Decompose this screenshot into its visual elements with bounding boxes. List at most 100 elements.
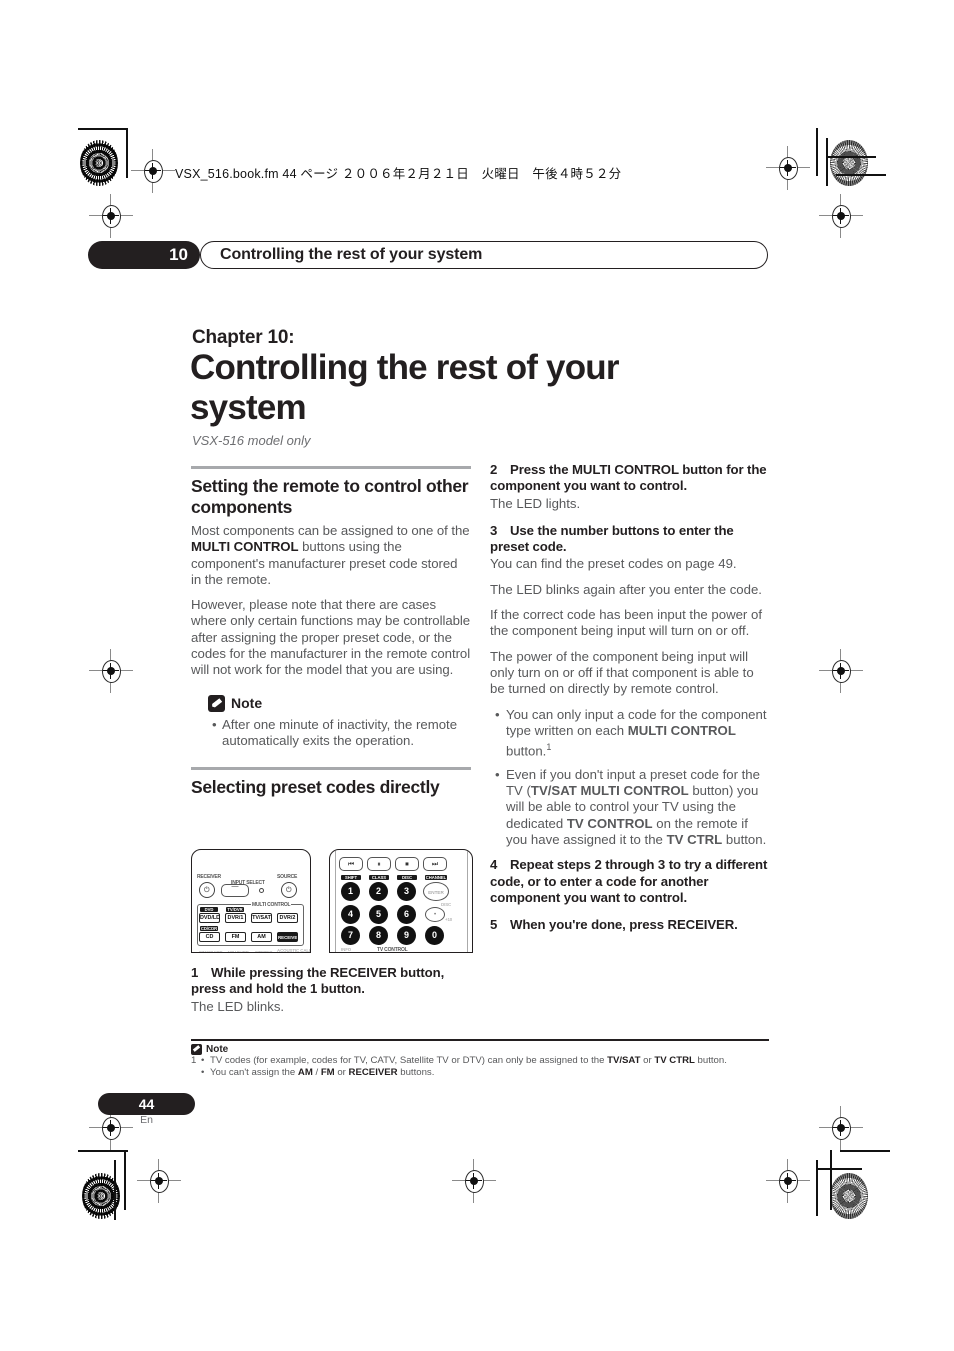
- footnote-2-bold-1: AM: [297, 1067, 313, 1079]
- remote-ghost-adv-surr: ADV.SURR: [227, 950, 249, 953]
- remote-ghost-standard: STANDARD: [199, 950, 223, 953]
- registration-mark-top-left: [131, 149, 175, 193]
- remote-number-key-4[interactable]: 4: [341, 905, 360, 924]
- remote-b-body: ⏮ ⏸ ⏹ ⏭ SHIFT CLASS DISC CHANNEL 1 2 3 E…: [339, 855, 463, 952]
- footnote-1-bold-2: TV CTRL: [654, 1054, 695, 1066]
- page-number: 44: [138, 1096, 155, 1112]
- remote-key-dvd-ld[interactable]: DVD/LD: [199, 913, 220, 923]
- remote-number-key-0[interactable]: 0: [425, 926, 444, 945]
- note-label: Note: [231, 695, 263, 712]
- remote-number-key-2[interactable]: 2: [369, 882, 388, 901]
- step-5: 5 When you're done, press RECEIVER.: [490, 917, 770, 933]
- step-1-text: While pressing the RECEIVER button, pres…: [191, 965, 445, 997]
- note-list: After one minute of inactivity, the remo…: [208, 717, 471, 750]
- remote-tag-disc: DISC: [397, 875, 417, 880]
- registration-mark-lower-right: [819, 1106, 863, 1150]
- remote-key-dvr-vcr2[interactable]: DVR/​2: [277, 913, 298, 923]
- remote-key-cd[interactable]: CD: [199, 932, 220, 942]
- remote-number-key-8[interactable]: 8: [369, 926, 388, 945]
- remote-key-next[interactable]: ⏭: [423, 857, 447, 871]
- bullet-code-component-type: You can only input a code for the compon…: [495, 707, 770, 760]
- crop-mark-top-right: [816, 128, 886, 188]
- step-3-text: Use the number buttons to enter the pres…: [490, 522, 734, 555]
- remote-a-body: RECEIVER SOURCE INPUT SELECT ⏻ ⎺ ⏻ MULTI…: [197, 874, 310, 953]
- remote-key-dot[interactable]: •: [425, 907, 445, 922]
- section-rule-2: [191, 767, 471, 771]
- step-1-number: 1: [191, 965, 199, 980]
- pencil-note-icon: [208, 694, 225, 712]
- bullet-2-bold-2: TV CONTROL: [566, 815, 653, 831]
- step-3-result-2: The LED blinks again after you enter the…: [490, 581, 762, 597]
- remote-key-tv-sat[interactable]: TV/SAT: [251, 913, 272, 923]
- remote-key-receiver[interactable]: RECEIVER: [277, 932, 298, 942]
- remote-number-key-6[interactable]: 6: [397, 905, 416, 924]
- remote-key-previous[interactable]: ⏮: [339, 857, 363, 871]
- paragraph-limitations: However, please note that there are case…: [191, 597, 471, 678]
- remote-key-am[interactable]: AM: [251, 932, 272, 942]
- footnote-label: Note: [206, 1043, 229, 1055]
- bullet-2-part-d: button.: [722, 832, 767, 848]
- step-3-number: 3: [490, 522, 498, 538]
- footnote-block: Note 1 • TV codes (for example, codes for …: [191, 1039, 769, 1080]
- registration-mark-upper-left: [89, 194, 133, 238]
- remote-illustration-number-pad: ⏮ ⏸ ⏹ ⏭ SHIFT CLASS DISC CHANNEL 1 2 3 E…: [329, 849, 473, 953]
- remote-key-fm[interactable]: FM: [225, 932, 246, 942]
- remote-led-indicator: [259, 888, 264, 893]
- footnote-2-part-a: You can't assign the: [210, 1067, 298, 1079]
- remote-label-receiver: RECEIVER: [197, 874, 221, 880]
- registration-mark-bottom-center: [452, 1159, 496, 1203]
- remote-number-key-3[interactable]: 3: [397, 882, 416, 901]
- footnote-2-bold-3: RECEIVER: [348, 1067, 398, 1079]
- running-title: Controlling the rest of your system: [220, 246, 483, 263]
- step-3-bullet-list: You can only input a code for the compon…: [490, 707, 770, 849]
- step-5-text: When you're done, press RECEIVER.: [510, 917, 738, 933]
- footnote-1-part-b: or: [640, 1054, 655, 1066]
- right-column: 2 Press the MULTI CONTROL button for the …: [490, 462, 770, 934]
- para1-part-a: Most components can be assigned to one o…: [191, 523, 470, 538]
- step-3-result-1: You can find the preset codes on page 49…: [490, 556, 737, 572]
- crop-mark-bottom-right: [816, 1150, 890, 1220]
- step-1: 1 While pressing the RECEIVER button, pre…: [191, 965, 473, 998]
- registration-mark-mid-left: [89, 649, 133, 693]
- remote-receiver-power-glyph: ⏻: [204, 887, 210, 894]
- bullet-2-bold-3: TV CTRL: [666, 832, 723, 848]
- section-heading-selecting-preset: Selecting preset codes directly: [191, 777, 440, 798]
- remote-number-key-5[interactable]: 5: [369, 905, 388, 924]
- chapter-label: Chapter 10:: [192, 327, 295, 348]
- footnote-reference-1: 1: [546, 742, 552, 753]
- step-2-result: The LED lights.: [490, 495, 581, 511]
- step-2-text: Press the MULTI CONTROL button for the c…: [490, 462, 767, 494]
- section-heading-setting-remote: Setting the remote to control other comp…: [191, 476, 469, 517]
- footnote-marker: 1: [191, 1054, 197, 1066]
- step-5-number: 5: [490, 917, 498, 933]
- left-column: Setting the remote to control other comp…: [191, 466, 471, 798]
- remote-number-key-9[interactable]: 9: [397, 926, 416, 945]
- remote-key-enter[interactable]: ENTER: [423, 882, 449, 901]
- step-1-block: 1 While pressing the RECEIVER button, pre…: [191, 965, 473, 1024]
- remote-number-key-7[interactable]: 7: [341, 926, 360, 945]
- note-item: After one minute of inactivity, the remo…: [212, 717, 471, 750]
- remote-b-left-edge-line: [335, 850, 336, 952]
- footnote-1-part-c: button.: [694, 1054, 727, 1066]
- print-rosette-top-right: [830, 140, 868, 186]
- remote-key-pause[interactable]: ⏸: [367, 857, 391, 871]
- step-4-number: 4: [490, 857, 498, 873]
- remote-input-select-button: ⎺: [221, 884, 249, 897]
- remote-key-stop[interactable]: ⏹: [395, 857, 419, 871]
- registration-mark-mid-right: [819, 649, 863, 693]
- chapter-subtitle: VSX-516 model only: [192, 433, 311, 448]
- footnote-1-part-a: TV codes (for example, codes for TV, CAT…: [210, 1054, 608, 1066]
- page-title: Controlling the rest of your system: [190, 348, 620, 427]
- print-rosette-bottom-right: [830, 1173, 868, 1219]
- registration-mark-top-right: [766, 146, 810, 190]
- remote-ghost-stereo: STEREO: [255, 950, 273, 953]
- remote-number-key-1[interactable]: 1: [341, 882, 360, 901]
- running-header: 10 Controlling the rest of your system: [88, 241, 768, 269]
- footnote-2-part-d: buttons.: [397, 1067, 435, 1079]
- remote-tag-cd-cdr: CD/CDR: [200, 926, 218, 931]
- footnote-2-bold-2: FM: [320, 1067, 335, 1079]
- footnote-2-part-c: or: [334, 1067, 349, 1079]
- remote-key-dvr-vcr1[interactable]: DVR/​1: [225, 913, 246, 923]
- footnote-line-2: • You can't assign the AM / FM or RECEIVE…: [191, 1067, 769, 1080]
- remote-tag-class: CLASS: [369, 875, 389, 880]
